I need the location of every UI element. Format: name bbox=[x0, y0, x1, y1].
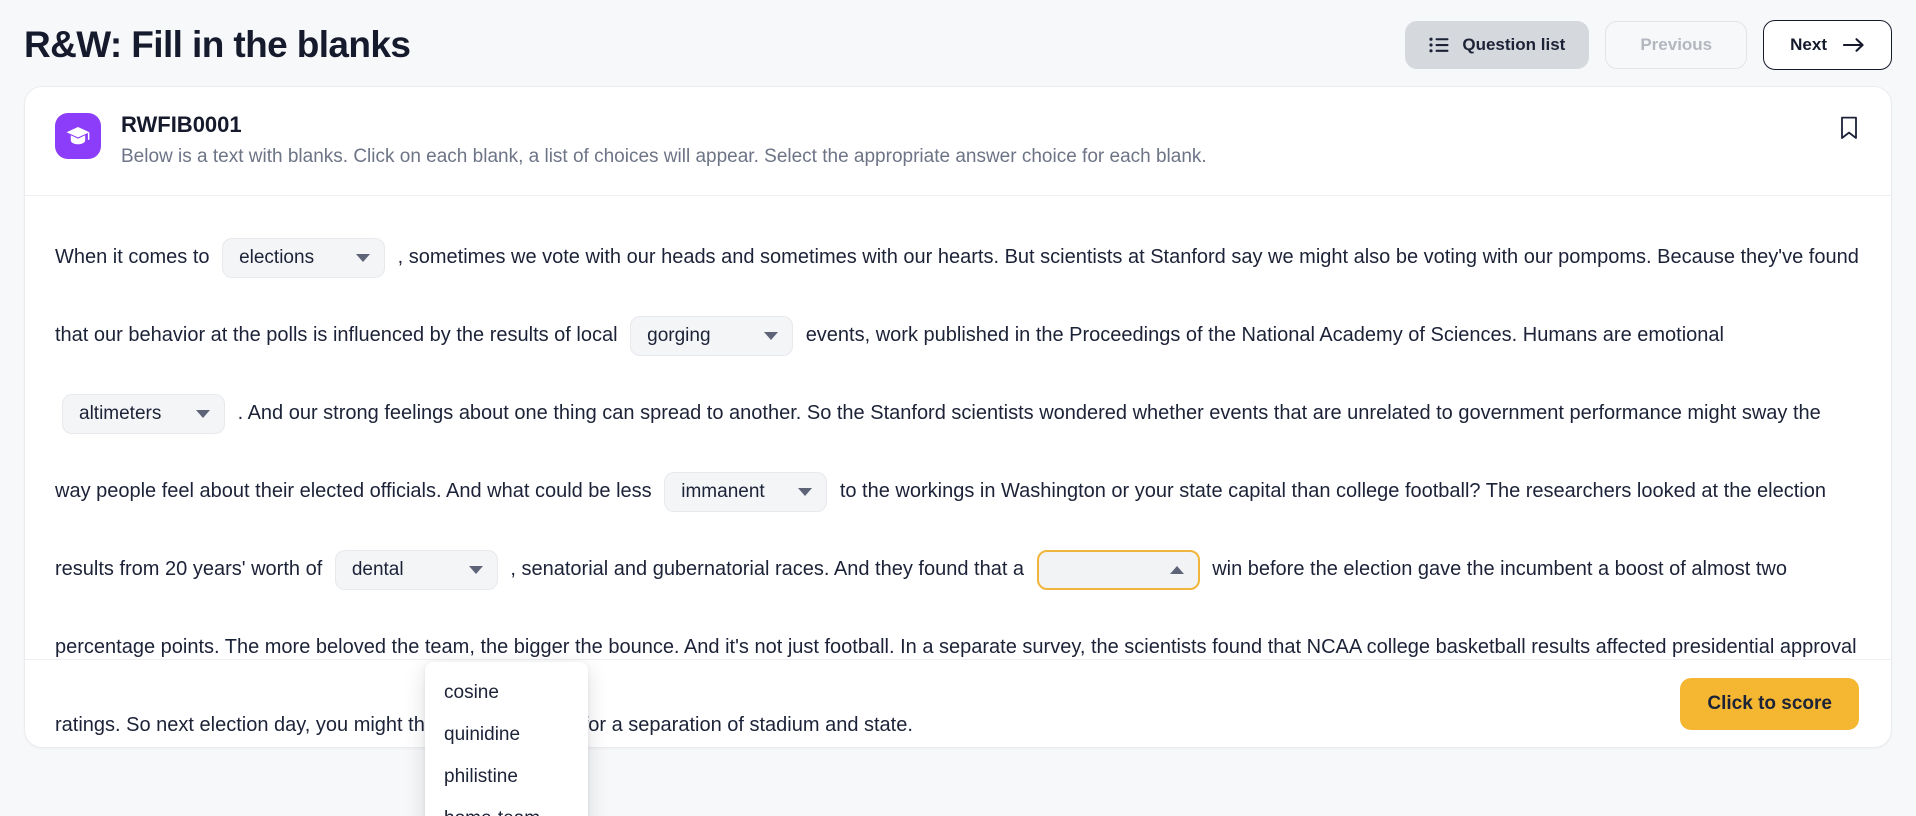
chevron-down-icon bbox=[764, 331, 779, 340]
question-card-header: RWFIB0001 Below is a text with blanks. C… bbox=[25, 87, 1891, 169]
question-header-text: RWFIB0001 Below is a text with blanks. C… bbox=[121, 111, 1207, 169]
chevron-up-icon bbox=[1169, 565, 1184, 574]
top-bar-actions: Question list Previous Next bbox=[1405, 20, 1892, 70]
blank-dropdown-6-active[interactable] bbox=[1036, 549, 1200, 590]
blank-dropdown-5-value: dental bbox=[351, 558, 404, 580]
question-id: RWFIB0001 bbox=[121, 112, 242, 137]
click-to-score-label: Click to score bbox=[1707, 692, 1832, 714]
chevron-down-icon bbox=[468, 565, 483, 574]
previous-button[interactable]: Previous bbox=[1605, 21, 1748, 69]
bookmark-icon[interactable] bbox=[1839, 115, 1859, 146]
blank-dropdown-1[interactable]: elections bbox=[222, 237, 386, 278]
next-button-label: Next bbox=[1790, 35, 1827, 54]
chevron-down-icon bbox=[196, 409, 210, 418]
page-title: R&W: Fill in the blanks bbox=[24, 24, 411, 65]
blank-dropdown-3[interactable]: altimeters bbox=[62, 393, 225, 434]
click-to-score-button[interactable]: Click to score bbox=[1680, 677, 1859, 730]
top-bar: R&W: Fill in the blanks Question list Pr… bbox=[0, 0, 1916, 86]
graduation-cap-icon bbox=[55, 113, 101, 159]
passage-text: , senatorial and gubernatorial races. An… bbox=[510, 558, 1025, 581]
arrow-right-icon bbox=[1842, 37, 1865, 53]
question-list-button[interactable]: Question list bbox=[1405, 21, 1590, 69]
blank-dropdown-2[interactable]: gorging bbox=[630, 315, 794, 356]
previous-button-label: Previous bbox=[1640, 35, 1713, 54]
blank-dropdown-1-value: elections bbox=[239, 246, 315, 268]
question-card: RWFIB0001 Below is a text with blanks. C… bbox=[24, 86, 1892, 816]
dropdown-option-home-team[interactable]: home-team bbox=[425, 798, 588, 816]
next-button[interactable]: Next bbox=[1763, 20, 1892, 70]
blank-dropdown-3-value: altimeters bbox=[79, 402, 162, 424]
dropdown-option-cosine[interactable]: cosine bbox=[425, 672, 588, 714]
passage-text: events, work published in the Proceeding… bbox=[805, 324, 1724, 347]
card-footer: Click to score bbox=[25, 659, 1891, 747]
blank-dropdown-4-value: immanent bbox=[681, 480, 765, 502]
list-icon bbox=[1429, 37, 1449, 53]
blank-dropdown-4[interactable]: immanent bbox=[664, 471, 828, 512]
chevron-down-icon bbox=[356, 253, 371, 262]
passage-text: When it comes to bbox=[55, 246, 210, 269]
dropdown-option-philistine[interactable]: philistine bbox=[425, 756, 588, 798]
dropdown-option-quinidine[interactable]: quinidine bbox=[425, 714, 588, 756]
question-list-button-label: Question list bbox=[1462, 35, 1566, 54]
blank-dropdown-2-value: gorging bbox=[647, 324, 711, 346]
question-instructions: Below is a text with blanks. Click on ea… bbox=[121, 145, 1207, 167]
chevron-down-icon bbox=[798, 487, 813, 496]
blank-dropdown-5[interactable]: dental bbox=[334, 549, 498, 590]
blank-dropdown-6-menu[interactable]: cosine quinidine philistine home-team bbox=[425, 662, 588, 816]
